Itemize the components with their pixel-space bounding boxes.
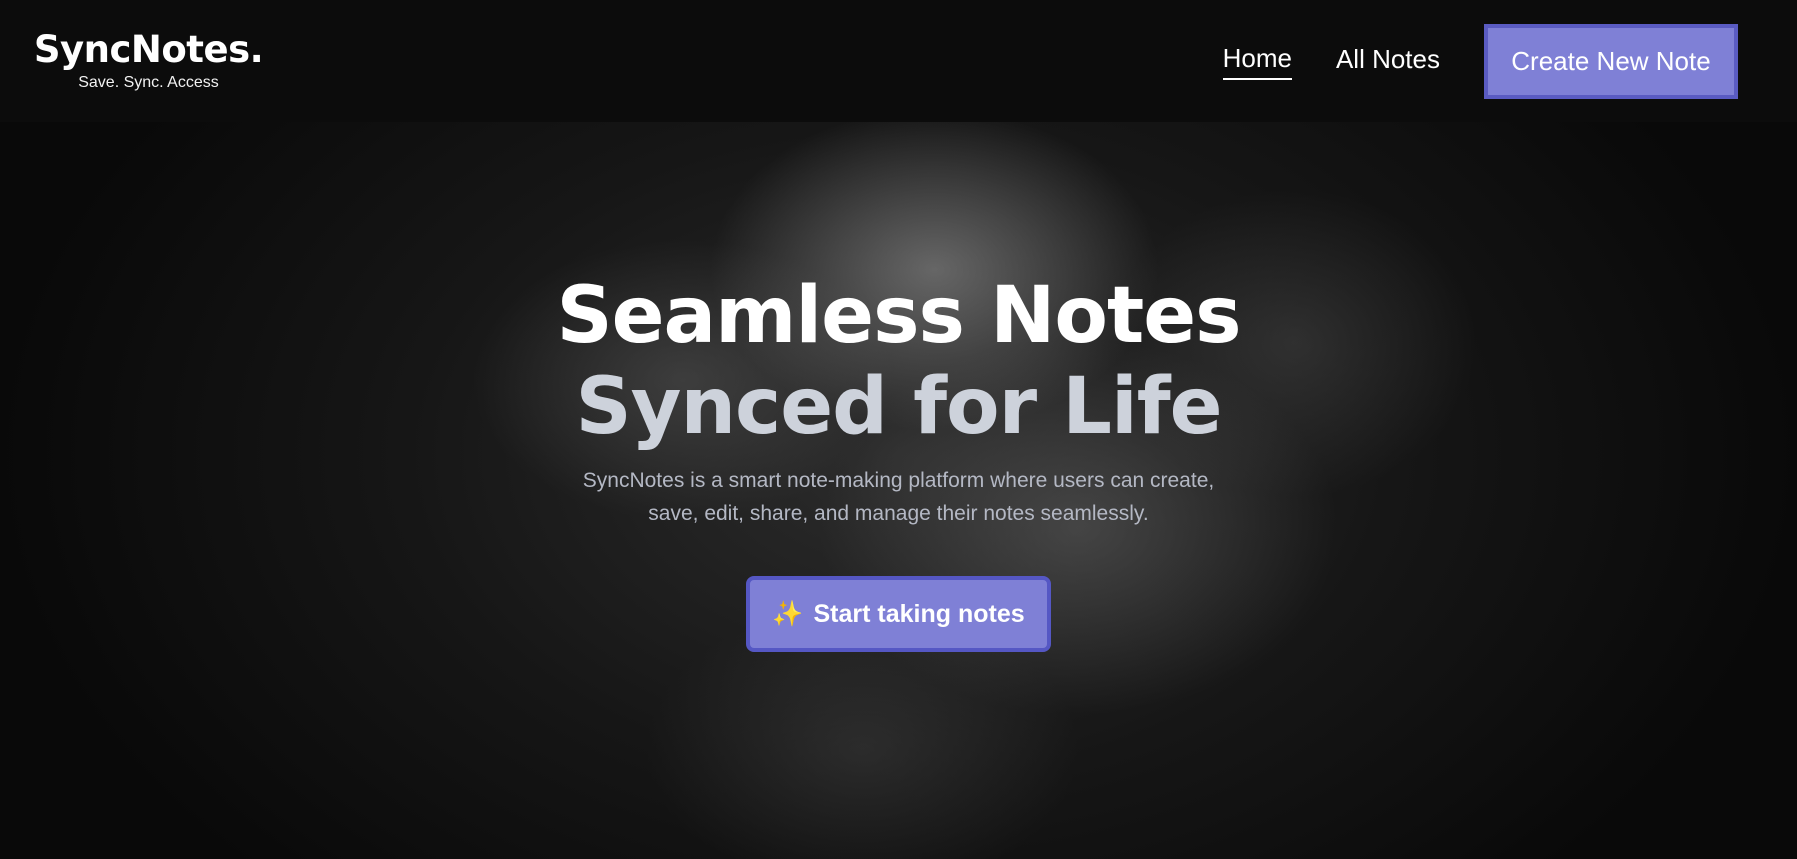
hero-subtitle: Synced for Life [575,362,1222,452]
sparkles-icon: ✨ [772,599,804,628]
start-taking-notes-button[interactable]: ✨ Start taking notes [746,576,1051,652]
hero-title: Seamless Notes [556,271,1241,361]
create-new-note-button[interactable]: Create New Note [1484,23,1738,99]
nav-link-all-notes[interactable]: All Notes [1336,44,1440,79]
main-nav: Home All Notes Create New Note [1222,23,1738,99]
brand-tagline: Save. Sync. Access [78,74,219,92]
brand-name: SyncNotes. [33,27,264,71]
start-button-label: Start taking notes [813,599,1025,628]
hero-content: Seamless Notes Synced for Life SyncNotes… [0,122,1797,652]
nav-link-home[interactable]: Home [1222,43,1292,80]
navbar: SyncNotes. Save. Sync. Access Home All N… [0,0,1797,122]
hero-section: Seamless Notes Synced for Life SyncNotes… [0,122,1797,859]
brand-logo[interactable]: SyncNotes. Save. Sync. Access [34,29,264,93]
hero-description: SyncNotes is a smart note-making platfor… [582,469,1215,525]
